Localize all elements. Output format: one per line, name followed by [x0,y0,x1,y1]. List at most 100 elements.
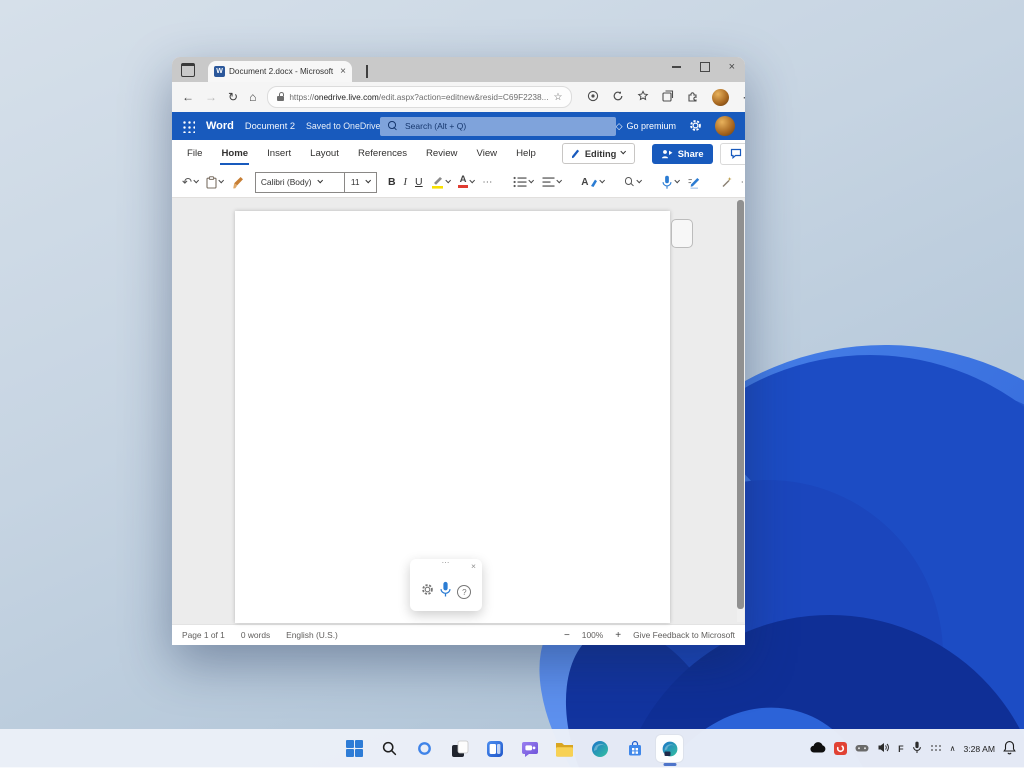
dictation-close-icon[interactable]: × [471,562,476,571]
zoom-out-button[interactable]: − [564,630,570,641]
minimize-button[interactable] [671,66,681,68]
word-count[interactable]: 0 words [241,630,270,640]
volume-icon[interactable] [877,741,890,756]
dictation-help-icon[interactable]: ? [457,585,472,599]
search-icon [382,741,397,756]
zoom-level[interactable]: 100% [582,630,603,640]
editor-icon [688,178,699,189]
bold-button[interactable]: B [388,176,396,188]
menu-home[interactable]: Home [220,142,250,165]
sync-icon[interactable] [612,90,624,105]
bullets-button[interactable] [513,176,535,188]
cortana-button[interactable] [411,735,438,762]
undo-icon: ↶ [182,175,193,189]
notification-bell-icon[interactable] [1003,740,1016,757]
underline-button[interactable]: U [415,176,423,188]
refresh-icon[interactable]: ↻ [228,90,238,104]
extension-icon[interactable] [587,90,599,105]
format-painter-button[interactable] [232,176,244,189]
font-name-select[interactable]: Calibri (Body) [256,177,344,187]
editor-button[interactable] [688,175,701,189]
account-avatar[interactable] [715,116,735,136]
word-search-box[interactable]: Search (Alt + Q) [380,116,616,136]
onedrive-cloud-icon[interactable] [810,742,826,755]
font-color-icon: A [458,175,469,188]
page-count[interactable]: Page 1 of 1 [182,630,225,640]
editing-mode-button[interactable]: Editing [561,143,635,164]
file-explorer-button[interactable] [551,735,578,762]
share-button[interactable]: Share [651,143,713,164]
more-font-options-icon[interactable]: ⋯ [482,177,493,188]
hidden-icons-chevron[interactable]: ∧ [950,744,956,753]
menu-references[interactable]: References [357,142,408,165]
bullet-list-icon [513,176,527,188]
styles-button[interactable]: A [581,177,606,188]
menu-layout[interactable]: Layout [309,142,340,165]
dictate-button[interactable] [661,175,681,190]
search-button[interactable] [376,735,403,762]
back-icon[interactable]: ← [182,90,194,104]
tab-close-icon[interactable]: × [340,66,346,77]
language-indicator[interactable]: English (U.S.) [286,630,338,640]
start-button[interactable] [341,735,368,762]
transform-wand-button[interactable] [721,176,733,188]
browser-menu-icon[interactable]: ⋯ [742,91,745,104]
favorite-star-icon[interactable]: ☆ [554,92,563,103]
chat-button[interactable] [516,735,543,762]
favorites-icon[interactable] [637,89,649,105]
collections-icon[interactable] [662,89,674,105]
tab-actions-icon[interactable] [181,63,195,77]
document-scrollbar[interactable] [737,200,744,622]
desktop-wallpaper: W Document 2.docx - Microsoft × × ← → ↻ … [0,0,1024,768]
forward-icon[interactable]: → [205,90,217,104]
comments-button[interactable]: Comments [719,142,745,165]
home-icon[interactable]: ⌂ [249,90,256,104]
font-color-button[interactable]: A [458,175,476,188]
restore-button[interactable] [699,62,710,72]
italic-button[interactable]: I [404,177,408,188]
scrollbar-thumb[interactable] [737,200,744,610]
app-launcher-icon[interactable] [182,119,195,133]
active-edge-window-button[interactable] [656,735,683,766]
close-button[interactable]: × [729,62,735,73]
settings-gear-icon[interactable] [689,119,702,134]
zoom-in-button[interactable]: + [615,630,621,641]
highlight-button[interactable] [431,175,451,189]
menu-insert[interactable]: Insert [266,142,292,165]
browser-profile-avatar[interactable] [712,88,730,106]
widgets-button[interactable] [481,735,508,762]
clock[interactable]: 3:28 AM [963,744,995,754]
font-size-select[interactable]: 11 [345,177,376,187]
edge-button[interactable] [586,735,613,762]
more-ribbon-options-icon[interactable]: ⋯ [741,177,745,188]
paste-button[interactable] [206,175,225,189]
feedback-link[interactable]: Give Feedback to Microsoft [633,630,735,640]
menu-help[interactable]: Help [515,142,537,165]
address-bar[interactable]: https://onedrive.live.com/edit.aspx?acti… [267,86,573,108]
menu-view[interactable]: View [475,142,498,165]
alignment-button[interactable] [542,176,563,188]
word-brand[interactable]: Word [206,120,234,132]
game-bar-icon[interactable] [855,743,869,755]
document-title[interactable]: Document 2 [245,121,295,131]
network-icon[interactable] [930,743,942,755]
widgets-icon [486,740,503,757]
margin-comment-button[interactable] [671,219,693,248]
save-status[interactable]: Saved to OneDrive [306,121,390,131]
undo-button[interactable]: ↶ [182,175,200,189]
tray-red-app-icon[interactable] [834,742,848,755]
dictation-mic-icon[interactable] [439,581,452,603]
tray-mic-icon[interactable] [912,741,922,756]
word-header: Word Document 2 Saved to OneDrive Search… [172,112,745,140]
store-button[interactable] [621,735,648,762]
extensions-icon[interactable] [687,90,699,105]
go-premium-button[interactable]: ◇ Go premium [616,121,676,132]
pen-input-icon[interactable]: F [898,744,904,754]
menu-file[interactable]: File [186,142,203,165]
task-view-button[interactable] [446,735,473,762]
edge-active-icon [662,741,677,756]
browser-tab[interactable]: W Document 2.docx - Microsoft × [208,61,352,82]
dictation-settings-gear-icon[interactable] [421,583,434,601]
find-button[interactable] [624,177,643,187]
menu-review[interactable]: Review [425,142,458,165]
